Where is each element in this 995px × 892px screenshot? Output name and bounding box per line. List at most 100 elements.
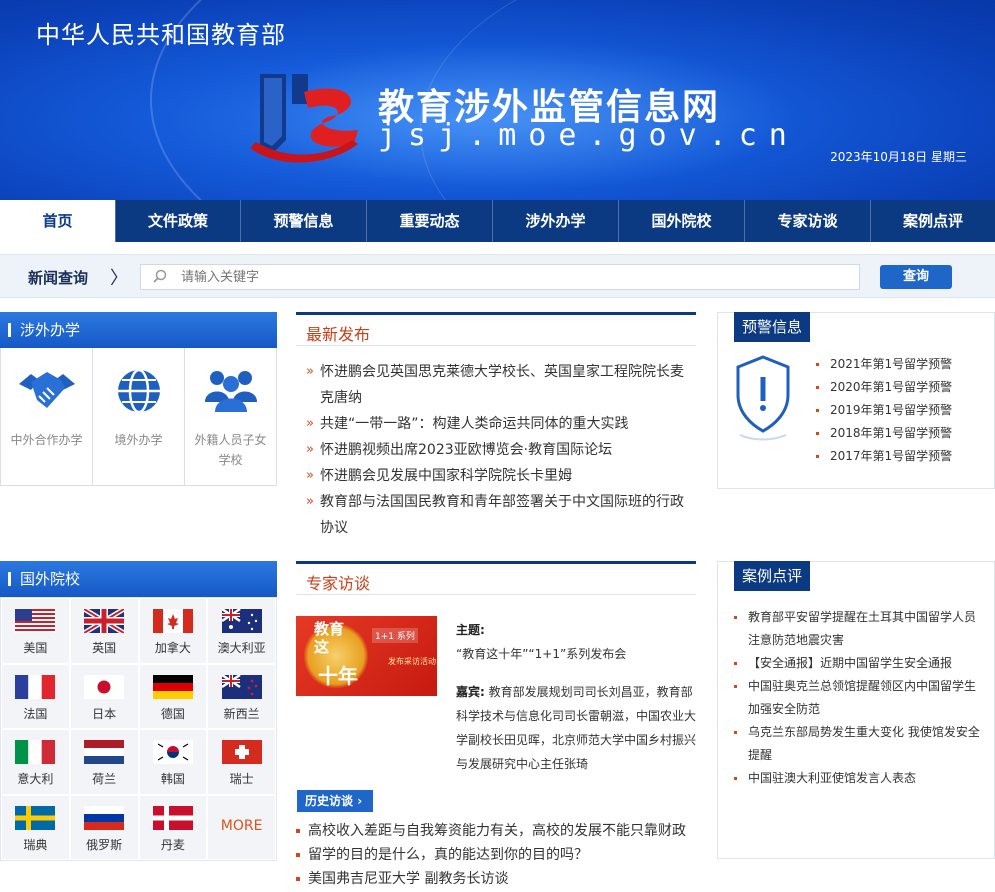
image-headline-2: 十年 — [318, 664, 358, 688]
country-netherlands[interactable]: 荷兰 — [69, 729, 139, 795]
country-japan[interactable]: 日本 — [69, 663, 139, 729]
search-button[interactable]: 查询 — [880, 265, 952, 289]
history-item[interactable]: 高校收入差距与自我筹资能力有关，高校的发展不能只靠财政 — [296, 819, 696, 843]
history-item[interactable]: 留学的目的是什么，真的能达到你的目的吗？ — [296, 843, 696, 867]
edu-item-expat-schools[interactable]: 外籍人员子女学校 — [185, 348, 276, 485]
search-input[interactable] — [181, 265, 851, 289]
country-name: 美国 — [23, 641, 48, 655]
country-germany[interactable]: 德国 — [138, 663, 208, 729]
cases-list: 教育部平安留学提醒在土耳其中国留学人员注意防范地震灾害 【安全通报】近期中国留学… — [734, 606, 984, 790]
australia-flag-icon — [221, 609, 262, 633]
country-denmark[interactable]: 丹麦 — [138, 794, 208, 860]
nav-item-foreign-edu[interactable]: 涉外办学 — [492, 200, 618, 242]
main-nav: 首页 文件政策 预警信息 重要动态 涉外办学 国外院校 专家访谈 案例点评 — [0, 200, 995, 242]
edu-panel-title[interactable]: 涉外办学 — [0, 312, 277, 348]
russia-flag-icon — [84, 805, 125, 830]
warning-item[interactable]: 2020年第1号留学预警 — [816, 376, 952, 399]
warning-item[interactable]: 2019年第1号留学预警 — [816, 399, 952, 422]
expert-interview-image[interactable]: 教育这 十年 1+1 系列 发布采访活动 — [296, 616, 437, 696]
nav-item-warning[interactable]: 预警信息 — [240, 200, 366, 242]
foreign-panel-title[interactable]: 国外院校 — [0, 561, 277, 597]
history-interviews-button[interactable]: 历史访谈 › — [297, 790, 373, 812]
current-date: 2023年10月18日 星期三 — [830, 150, 967, 164]
guest-label: 嘉宾: — [456, 685, 485, 699]
news-item[interactable]: 怀进鹏会见英国思克莱德大学校长、英国皇家工程院院长麦克唐纳 — [306, 359, 696, 411]
cases-panel-title[interactable]: 案例点评 — [734, 561, 811, 591]
nav-item-expert[interactable]: 专家访谈 — [744, 200, 870, 242]
edu-item-overseas[interactable]: 境外办学 — [93, 348, 185, 485]
country-france[interactable]: 法国 — [1, 663, 70, 729]
country-russia[interactable]: 俄罗斯 — [69, 794, 139, 860]
chevron-right-icon: › — [357, 794, 363, 808]
country-name: 意大利 — [17, 772, 54, 786]
warning-item[interactable]: 2017年第1号留学预警 — [816, 445, 952, 468]
case-item[interactable]: 中国驻澳大利亚使馆发言人表态 — [734, 767, 984, 790]
us-flag-icon — [15, 609, 56, 633]
more-countries-link[interactable]: MORE — [207, 794, 276, 860]
country-flag-grid: 美国 英国 加拿大 澳大利亚 法国 日本 德国 新西兰 意大利 荷兰 韩国 瑞士… — [0, 597, 277, 861]
country-australia[interactable]: 澳大利亚 — [207, 598, 276, 664]
italy-flag-icon — [15, 740, 56, 764]
case-item[interactable]: 乌克兰东部局势发生重大变化 我使馆发安全提醒 — [734, 721, 984, 767]
country-korea[interactable]: 韩国 — [138, 729, 208, 795]
news-item[interactable]: 怀进鹏视频出席2023亚欧博览会·教育国际论坛 — [306, 437, 696, 463]
japan-flag-icon — [84, 674, 125, 699]
country-name: 加拿大 — [154, 641, 191, 655]
latest-section-header: 最新发布 — [296, 312, 696, 346]
country-name: 德国 — [160, 706, 185, 721]
search-label: 新闻查询 — [28, 269, 89, 287]
search-box[interactable] — [140, 264, 860, 290]
canada-flag-icon — [152, 609, 193, 633]
nav-item-cases[interactable]: 案例点评 — [870, 200, 995, 242]
case-item[interactable]: 中国驻奥克兰总领馆提醒领区内中国留学生加强安全防范 — [734, 675, 984, 721]
history-button-label: 历史访谈 — [305, 794, 354, 808]
search-icon — [153, 269, 167, 283]
nav-item-home[interactable]: 首页 — [0, 200, 115, 242]
history-item[interactable]: 美国弗吉尼亚大学 副教务长访谈 — [296, 867, 696, 891]
country-name: 法国 — [23, 706, 48, 721]
country-name: 丹麦 — [160, 837, 185, 852]
country-newzealand[interactable]: 新西兰 — [207, 663, 276, 729]
country-sweden[interactable]: 瑞典 — [1, 794, 70, 860]
warning-panel-title[interactable]: 预警信息 — [734, 312, 811, 342]
nav-item-news[interactable]: 重要动态 — [366, 200, 492, 242]
country-name: 新西兰 — [223, 706, 260, 721]
denmark-flag-icon — [152, 805, 193, 830]
site-url[interactable]: jsj.moe.gov.cn — [378, 118, 799, 153]
latest-section-title[interactable]: 最新发布 — [306, 321, 370, 345]
news-item[interactable]: 怀进鹏会见发展中国家科学院院长卡里姆 — [306, 463, 696, 489]
country-canada[interactable]: 加拿大 — [138, 598, 208, 664]
site-logo-icon[interactable] — [246, 70, 366, 170]
shield-alert-icon — [736, 355, 790, 441]
news-item[interactable]: 教育部与法国国民教育和青年部签署关于中文国际班的行政协议 — [306, 489, 696, 541]
country-uk[interactable]: 英国 — [69, 598, 139, 664]
warning-item[interactable]: 2021年第1号留学预警 — [816, 353, 952, 376]
edu-item-cooperation[interactable]: 中外合作办学 — [1, 348, 93, 485]
country-name: 英国 — [92, 641, 117, 655]
switzerland-flag-icon — [221, 740, 262, 764]
country-usa[interactable]: 美国 — [1, 598, 70, 664]
nav-item-policy[interactable]: 文件政策 — [115, 200, 240, 242]
country-switzerland[interactable]: 瑞士 — [207, 729, 276, 795]
ministry-name[interactable]: 中华人民共和国教育部 — [36, 15, 286, 50]
case-item[interactable]: 【安全通报】近期中国留学生安全通报 — [734, 652, 984, 675]
nav-item-foreign-schools[interactable]: 国外院校 — [618, 200, 744, 242]
france-flag-icon — [15, 674, 56, 699]
country-name: 韩国 — [160, 772, 185, 786]
expert-section-title[interactable]: 专家访谈 — [306, 570, 370, 594]
interview-topic[interactable]: “教育这十年”“1+1”系列发布会 — [456, 642, 700, 666]
warning-list: 2021年第1号留学预警 2020年第1号留学预警 2019年第1号留学预警 2… — [816, 353, 952, 468]
image-headline: 教育这 — [314, 620, 345, 656]
site-header: 中华人民共和国教育部 教育涉外监管信息网 jsj.moe.gov.cn 2023… — [0, 0, 995, 200]
news-item[interactable]: 共建“一带一路”：构建人类命运共同体的重大实践 — [306, 411, 696, 437]
search-bar: 新闻查询 〉 查询 — [0, 254, 995, 298]
warning-item[interactable]: 2018年第1号留学预警 — [816, 422, 952, 445]
netherlands-flag-icon — [84, 740, 125, 764]
image-caption: 发布采访活动 — [388, 657, 436, 666]
case-item[interactable]: 教育部平安留学提醒在土耳其中国留学人员注意防范地震灾害 — [734, 606, 984, 652]
country-name: 荷兰 — [92, 772, 117, 786]
germany-flag-icon — [152, 674, 193, 699]
country-italy[interactable]: 意大利 — [1, 729, 70, 795]
cases-panel: 案例点评 教育部平安留学提醒在土耳其中国留学人员注意防范地震灾害 【安全通报】近… — [717, 561, 995, 859]
image-badge: 1+1 系列 — [372, 628, 418, 643]
